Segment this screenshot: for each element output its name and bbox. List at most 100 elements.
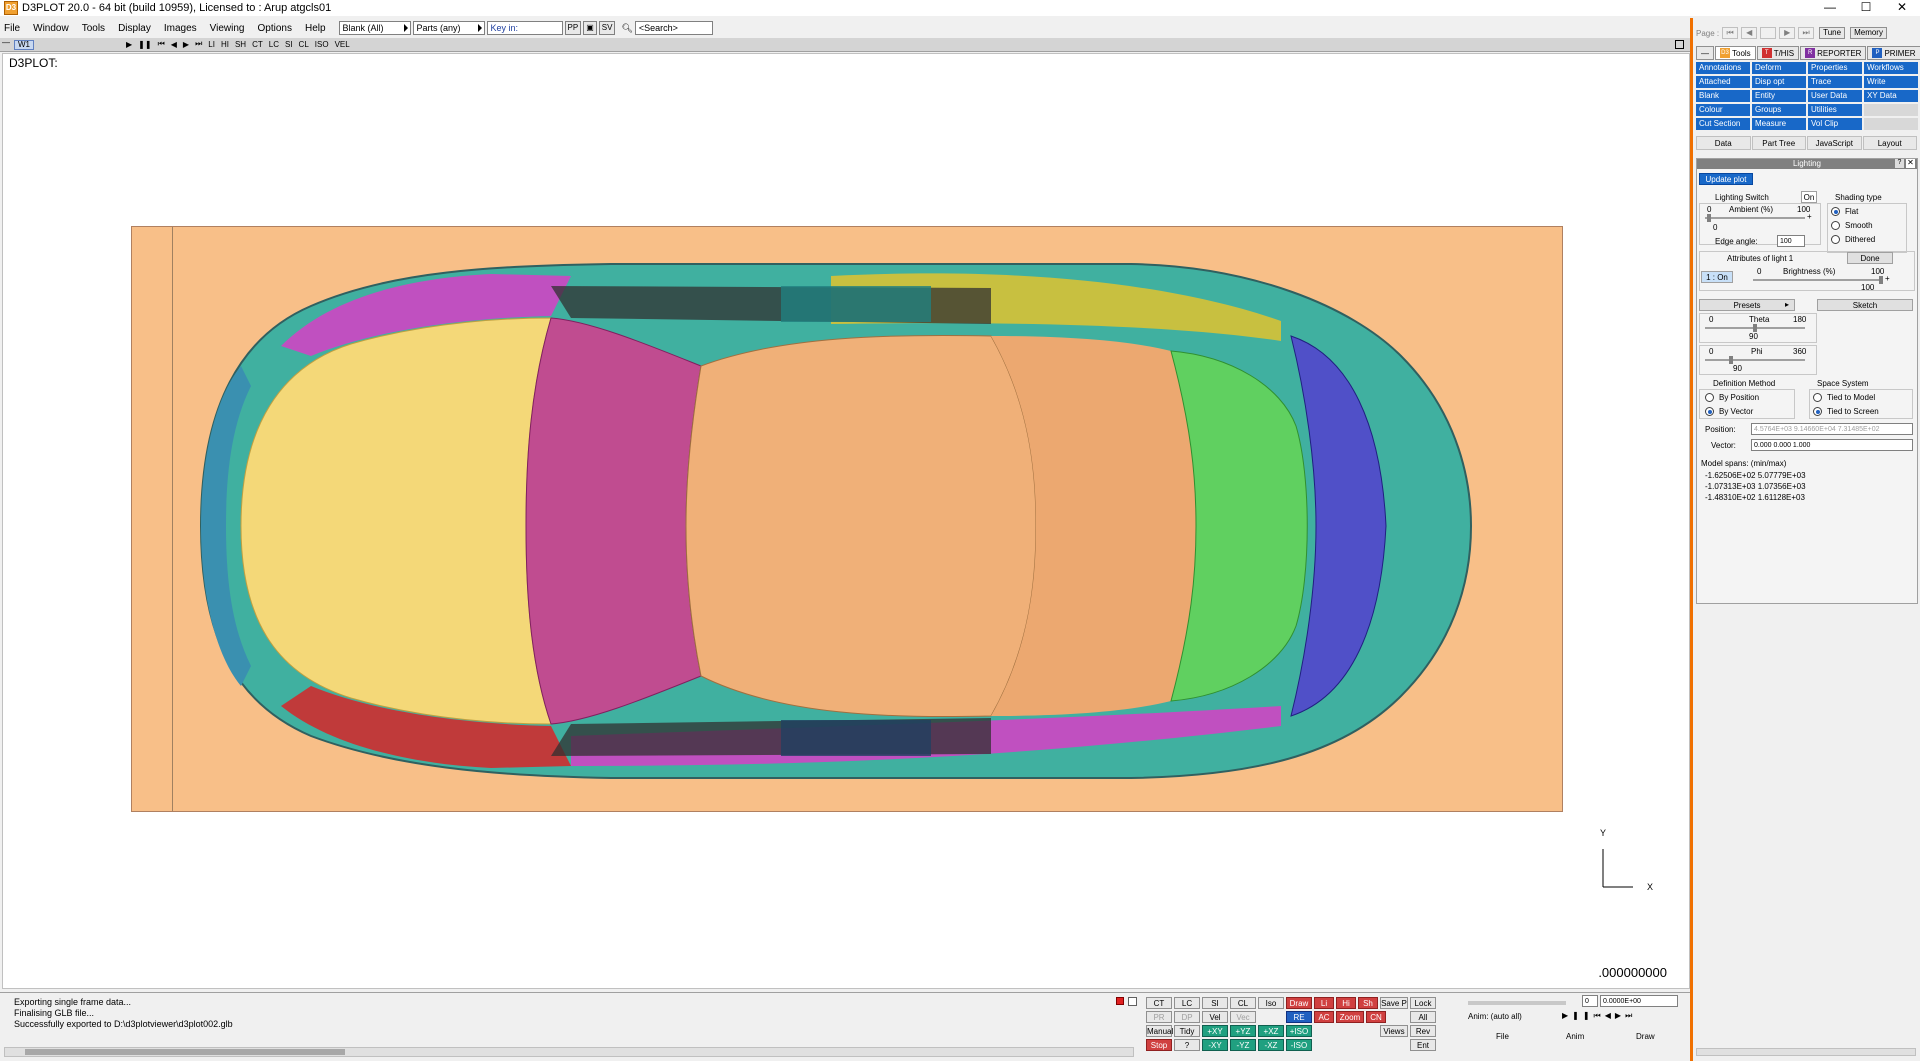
- save-p-button[interactable]: Save P: [1380, 997, 1408, 1009]
- next-page-icon[interactable]: ▶: [1779, 27, 1796, 39]
- tool-workflows[interactable]: Workflows: [1864, 62, 1918, 74]
- tool-measure[interactable]: Measure: [1752, 118, 1806, 130]
- sv-button[interactable]: SV: [598, 21, 616, 35]
- ct-quick-button[interactable]: CT: [1146, 997, 1172, 1009]
- log-scrollbar[interactable]: [4, 1047, 1134, 1057]
- dithered-radio[interactable]: [1831, 235, 1840, 244]
- views-button[interactable]: Views: [1380, 1025, 1408, 1037]
- flat-radio[interactable]: [1831, 207, 1840, 216]
- tool-utilities[interactable]: Utilities: [1808, 104, 1862, 116]
- close-button[interactable]: ✕: [1884, 0, 1920, 16]
- menu-file[interactable]: File: [4, 23, 20, 34]
- hi-quick-button[interactable]: Hi: [1336, 997, 1356, 1009]
- anim-anim-menu[interactable]: Anim: [1566, 1032, 1584, 1041]
- tab-layout[interactable]: Layout: [1862, 136, 1917, 150]
- time-input[interactable]: 0.0000E+00: [1600, 995, 1678, 1007]
- minus-xy-view-button[interactable]: -XY: [1202, 1039, 1228, 1051]
- menu-images[interactable]: Images: [164, 23, 197, 34]
- iso-button[interactable]: ISO: [315, 40, 329, 49]
- brightness-slider[interactable]: [1753, 276, 1883, 284]
- by-position-radio[interactable]: [1705, 393, 1714, 402]
- menu-window[interactable]: Window: [33, 23, 69, 34]
- pp-button[interactable]: PP: [564, 21, 582, 35]
- tab-javascript[interactable]: JavaScript: [1807, 136, 1862, 150]
- first-page-icon[interactable]: ⏮: [1722, 27, 1739, 39]
- anim-file-menu[interactable]: File: [1496, 1032, 1509, 1041]
- minimize-sidebar-icon[interactable]: —: [1696, 46, 1714, 60]
- tool-disp-opt[interactable]: Disp opt: [1752, 76, 1806, 88]
- anim-slider[interactable]: [1468, 1001, 1566, 1005]
- cn-button[interactable]: CN: [1366, 1011, 1386, 1023]
- re-button[interactable]: RE: [1286, 1011, 1312, 1023]
- all-button[interactable]: All: [1410, 1011, 1436, 1023]
- minimize-button[interactable]: —: [1812, 0, 1848, 16]
- help-button[interactable]: ?: [1174, 1039, 1200, 1051]
- menu-help[interactable]: Help: [305, 23, 326, 34]
- menu-display[interactable]: Display: [118, 23, 151, 34]
- stop-button[interactable]: Stop: [1146, 1039, 1172, 1051]
- tool-attached[interactable]: Attached: [1696, 76, 1750, 88]
- hi-button[interactable]: HI: [221, 40, 229, 49]
- si-quick-button[interactable]: SI: [1202, 997, 1228, 1009]
- sh-quick-button[interactable]: Sh: [1358, 997, 1378, 1009]
- tool-properties[interactable]: Properties: [1808, 62, 1862, 74]
- vector-input[interactable]: 0.000 0.000 1.000: [1751, 439, 1913, 451]
- play-icon[interactable]: ▶: [126, 40, 132, 49]
- plus-xy-view-button[interactable]: +XY: [1202, 1025, 1228, 1037]
- last-page-icon[interactable]: ⏭: [1798, 27, 1815, 39]
- menu-options[interactable]: Options: [258, 23, 292, 34]
- tab-data[interactable]: Data: [1696, 136, 1751, 150]
- tab-reporter[interactable]: R REPORTER: [1800, 46, 1867, 60]
- next-frame-icon[interactable]: ▶: [183, 40, 189, 49]
- tab-primer[interactable]: P PRIMER: [1867, 46, 1920, 60]
- frame-input[interactable]: 0: [1582, 995, 1598, 1007]
- ct-button[interactable]: CT: [252, 40, 263, 49]
- image-icon[interactable]: ▣: [583, 21, 597, 35]
- stop-indicator-icon[interactable]: [1116, 997, 1124, 1005]
- log-toggle-icon[interactable]: [1128, 997, 1137, 1006]
- last-frame-icon[interactable]: ⏭: [195, 39, 202, 49]
- tied-to-model-radio[interactable]: [1813, 393, 1822, 402]
- li-quick-button[interactable]: Li: [1314, 997, 1334, 1009]
- tied-to-screen-radio[interactable]: [1813, 407, 1822, 416]
- tool-blank[interactable]: Blank: [1696, 90, 1750, 102]
- tab-tools[interactable]: D3 Tools: [1715, 46, 1756, 60]
- car-model[interactable]: [131, 226, 1563, 812]
- tool-xy-data[interactable]: XY Data: [1864, 90, 1918, 102]
- tool-colour[interactable]: Colour: [1696, 104, 1750, 116]
- minus-iso-view-button[interactable]: -ISO: [1286, 1039, 1312, 1051]
- tab-this[interactable]: T T/HIS: [1756, 46, 1800, 60]
- theta-slider[interactable]: [1705, 324, 1805, 332]
- sketch-button[interactable]: Sketch: [1817, 299, 1913, 311]
- prev-page-icon[interactable]: ◀: [1741, 27, 1758, 39]
- iso-quick-button[interactable]: Iso: [1258, 997, 1284, 1009]
- window-tab-w1[interactable]: W1: [14, 40, 34, 50]
- minimize-view-icon[interactable]: —: [2, 38, 10, 47]
- pr-button[interactable]: PR: [1146, 1011, 1172, 1023]
- search-input[interactable]: <Search>: [634, 21, 713, 35]
- plus-xz-view-button[interactable]: +XZ: [1258, 1025, 1284, 1037]
- cl-quick-button[interactable]: CL: [1230, 997, 1256, 1009]
- update-plot-button[interactable]: Update plot: [1699, 173, 1753, 185]
- close-panel-icon[interactable]: ✕: [1906, 159, 1915, 168]
- position-input[interactable]: 4.5764E+03 9.14660E+04 7.31485E+02: [1751, 423, 1913, 435]
- brightness-slider-knob[interactable]: [1879, 276, 1883, 284]
- blank-combo[interactable]: Blank (All): [338, 21, 411, 35]
- smooth-radio[interactable]: [1831, 221, 1840, 230]
- memory-button[interactable]: Memory: [1850, 27, 1887, 39]
- maximize-view-icon[interactable]: [1675, 40, 1684, 49]
- tool-cut-section[interactable]: Cut Section: [1696, 118, 1750, 130]
- prev-frame-icon[interactable]: ◀: [171, 40, 177, 49]
- help-icon[interactable]: ?: [1895, 159, 1904, 168]
- sh-button[interactable]: SH: [235, 40, 246, 49]
- brightness-plus-icon[interactable]: +: [1885, 274, 1890, 283]
- ambient-slider[interactable]: [1705, 214, 1805, 222]
- manual-button[interactable]: Manual: [1146, 1025, 1173, 1037]
- tool-deform[interactable]: Deform: [1752, 62, 1806, 74]
- lc-button[interactable]: LC: [269, 40, 279, 49]
- plus-iso-view-button[interactable]: +ISO: [1286, 1025, 1312, 1037]
- vel-quick-button[interactable]: Vel: [1202, 1011, 1228, 1023]
- phi-slider-knob[interactable]: [1729, 356, 1733, 364]
- dp-button[interactable]: DP: [1174, 1011, 1200, 1023]
- by-vector-radio[interactable]: [1705, 407, 1714, 416]
